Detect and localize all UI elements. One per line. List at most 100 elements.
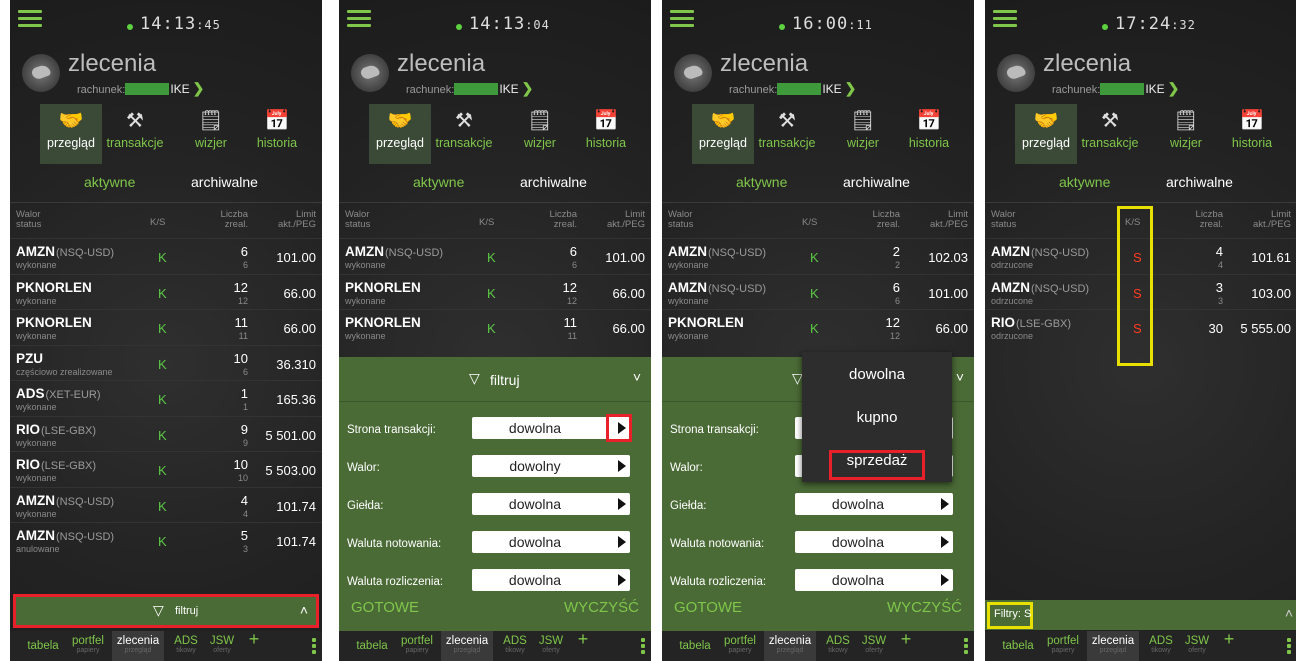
- table-row[interactable]: AMZN(NSQ-USD) wykonane K 6 6 101.00: [339, 238, 651, 274]
- subtab-archiwalne[interactable]: archiwalne: [1166, 174, 1233, 190]
- table-row[interactable]: AMZN(NSQ-USD) wykonane K 4 4 101.74: [10, 486, 322, 523]
- account-selector[interactable]: rachunek: IKE ❯: [729, 80, 856, 97]
- caret-right-icon[interactable]: [618, 498, 626, 510]
- side-indicator: K: [158, 392, 167, 407]
- subtab-archiwalne[interactable]: archiwalne: [520, 174, 587, 190]
- tab-wizjer[interactable]: 🗒 wizjer: [180, 104, 242, 164]
- tab-transakcje[interactable]: ⚒ transakcje: [433, 104, 495, 164]
- table-row[interactable]: AMZN(NSQ-USD) anulowane K 5 3 101.74: [10, 522, 322, 558]
- table-row[interactable]: PKNORLEN wykonane K 12 12 66.00: [339, 273, 651, 310]
- bottom-nav-item[interactable]: ADS tikowy: [499, 631, 531, 661]
- bottom-nav-item[interactable]: zlecenia przegląd: [1087, 631, 1139, 661]
- bottom-nav-item[interactable]: ADS tikowy: [170, 631, 202, 661]
- bottom-nav-item[interactable]: JSW oferty: [206, 631, 238, 661]
- filter-select[interactable]: dowolna: [472, 531, 630, 553]
- filter-panel-header[interactable]: ▽ filtruj ˅: [339, 357, 651, 401]
- subtab-aktywne[interactable]: aktywne: [736, 174, 787, 190]
- bottom-nav-item[interactable]: tabela: [999, 631, 1037, 661]
- table-row[interactable]: PKNORLEN wykonane K 12 12 66.00: [662, 309, 974, 345]
- account-selector[interactable]: rachunek: IKE ❯: [77, 80, 204, 97]
- bottom-nav-item[interactable]: ADS tikowy: [1145, 631, 1177, 661]
- order-status: częściowo zrealizowane: [16, 366, 113, 377]
- dropdown-option-dowolna[interactable]: dowolna: [802, 356, 952, 396]
- filter-select[interactable]: dowolna: [472, 414, 632, 442]
- menu-icon[interactable]: [670, 8, 694, 28]
- table-row[interactable]: ADS(XET-EUR) wykonane K 1 1 165.36: [10, 380, 322, 416]
- tab-przeglad[interactable]: 🤝 przegląd: [369, 104, 431, 164]
- menu-icon[interactable]: [18, 8, 42, 28]
- clear-button[interactable]: WYCZYŚĆ: [564, 599, 639, 616]
- tab-przeglad[interactable]: 🤝 przegląd: [692, 104, 754, 164]
- bottom-nav-item[interactable]: JSW oferty: [535, 631, 567, 661]
- bottom-nav-item[interactable]: portfel papiery: [68, 631, 108, 661]
- table-header: Walor status K/S Liczba zreal. Limit akt./P…: [668, 209, 968, 230]
- tab-historia[interactable]: 📅 historia: [1221, 104, 1283, 164]
- tab-transakcje[interactable]: ⚒ transakcje: [104, 104, 166, 164]
- menu-icon[interactable]: [347, 8, 371, 28]
- bottom-nav-add[interactable]: +: [244, 630, 264, 661]
- bottom-nav-item[interactable]: zlecenia przegląd: [441, 631, 493, 661]
- bottom-nav-item[interactable]: tabela: [676, 631, 714, 661]
- subtab-archiwalne[interactable]: archiwalne: [191, 174, 258, 190]
- clear-button[interactable]: WYCZYŚĆ: [887, 599, 962, 616]
- more-options-icon[interactable]: [1287, 638, 1293, 656]
- filter-select[interactable]: dowolna: [795, 493, 953, 515]
- menu-icon[interactable]: [993, 8, 1017, 28]
- tab-przeglad[interactable]: 🤝 przegląd: [40, 104, 102, 164]
- bottom-nav-item[interactable]: tabela: [24, 631, 62, 661]
- bottom-nav-add[interactable]: +: [573, 630, 593, 661]
- done-button[interactable]: GOTOWE: [674, 599, 742, 616]
- subtab-archiwalne[interactable]: archiwalne: [843, 174, 910, 190]
- tab-transakcje[interactable]: ⚒ transakcje: [1079, 104, 1141, 164]
- table-row[interactable]: AMZN(NSQ-USD) wykonane K 6 6 101.00: [10, 238, 322, 274]
- table-row[interactable]: PKNORLEN wykonane K 11 11 66.00: [339, 309, 651, 345]
- account-selector[interactable]: rachunek: IKE ❯: [1052, 80, 1179, 97]
- subtab-aktywne[interactable]: aktywne: [1059, 174, 1110, 190]
- tab-historia[interactable]: 📅 historia: [246, 104, 308, 164]
- table-row[interactable]: PKNORLEN wykonane K 11 11 66.00: [10, 309, 322, 345]
- bottom-nav-item[interactable]: ADS tikowy: [822, 631, 854, 661]
- subtab-aktywne[interactable]: aktywne: [413, 174, 464, 190]
- bottom-nav-item[interactable]: JSW oferty: [858, 631, 890, 661]
- bottom-nav-item[interactable]: portfel papiery: [720, 631, 760, 661]
- filter-select[interactable]: dowolna: [472, 493, 630, 515]
- caret-right-icon[interactable]: [941, 498, 949, 510]
- caret-right-icon[interactable]: [618, 536, 626, 548]
- caret-right-icon[interactable]: [941, 536, 949, 548]
- more-options-icon[interactable]: [641, 638, 647, 656]
- tab-historia[interactable]: 📅 historia: [898, 104, 960, 164]
- bottom-nav-item[interactable]: JSW oferty: [1181, 631, 1213, 661]
- bottom-nav-item[interactable]: tabela: [353, 631, 391, 661]
- tab-historia[interactable]: 📅 historia: [575, 104, 637, 164]
- table-row[interactable]: PZU częściowo zrealizowane K 10 6 36.310: [10, 344, 322, 381]
- tab-wizjer[interactable]: 🗒 wizjer: [509, 104, 571, 164]
- bottom-nav-item[interactable]: portfel papiery: [1043, 631, 1083, 661]
- table-row[interactable]: RIO(LSE-GBX) wykonane K 9 9 5 501.00: [10, 415, 322, 452]
- bottom-nav-item[interactable]: zlecenia przegląd: [764, 631, 816, 661]
- table-row[interactable]: RIO(LSE-GBX) wykonane K 10 10 5 503.00: [10, 451, 322, 487]
- dropdown-option-kupno[interactable]: kupno: [802, 399, 952, 439]
- filter-select[interactable]: dowolny: [472, 455, 630, 477]
- tab-przeglad[interactable]: 🤝 przegląd: [1015, 104, 1077, 164]
- bottom-nav-add[interactable]: +: [896, 630, 916, 661]
- active-filters-bar[interactable]: Filtry: S ˄: [985, 600, 1296, 630]
- more-options-icon[interactable]: [312, 638, 318, 656]
- more-options-icon[interactable]: [964, 638, 970, 656]
- filter-select[interactable]: dowolna: [795, 531, 953, 553]
- table-row[interactable]: AMZN(NSQ-USD) wykonane K 2 2 102.03: [662, 238, 974, 274]
- table-row[interactable]: PKNORLEN wykonane K 12 12 66.00: [10, 273, 322, 310]
- caret-right-icon[interactable]: [618, 574, 626, 586]
- tab-transakcje[interactable]: ⚒ transakcje: [756, 104, 818, 164]
- subtab-aktywne[interactable]: aktywne: [84, 174, 135, 190]
- bottom-nav-item[interactable]: portfel papiery: [397, 631, 437, 661]
- table-row[interactable]: AMZN(NSQ-USD) wykonane K 6 6 101.00: [662, 273, 974, 310]
- bottom-nav-item[interactable]: zlecenia przegląd: [112, 631, 164, 661]
- filter-bar[interactable]: ▽ filtruj ˄: [13, 594, 319, 628]
- tab-wizjer[interactable]: 🗒 wizjer: [832, 104, 894, 164]
- bottom-nav-add[interactable]: +: [1219, 630, 1239, 661]
- done-button[interactable]: GOTOWE: [351, 599, 419, 616]
- tab-wizjer[interactable]: 🗒 wizjer: [1155, 104, 1217, 164]
- caret-right-icon[interactable]: [941, 574, 949, 586]
- account-selector[interactable]: rachunek: IKE ❯: [406, 80, 533, 97]
- caret-right-icon[interactable]: [618, 460, 626, 472]
